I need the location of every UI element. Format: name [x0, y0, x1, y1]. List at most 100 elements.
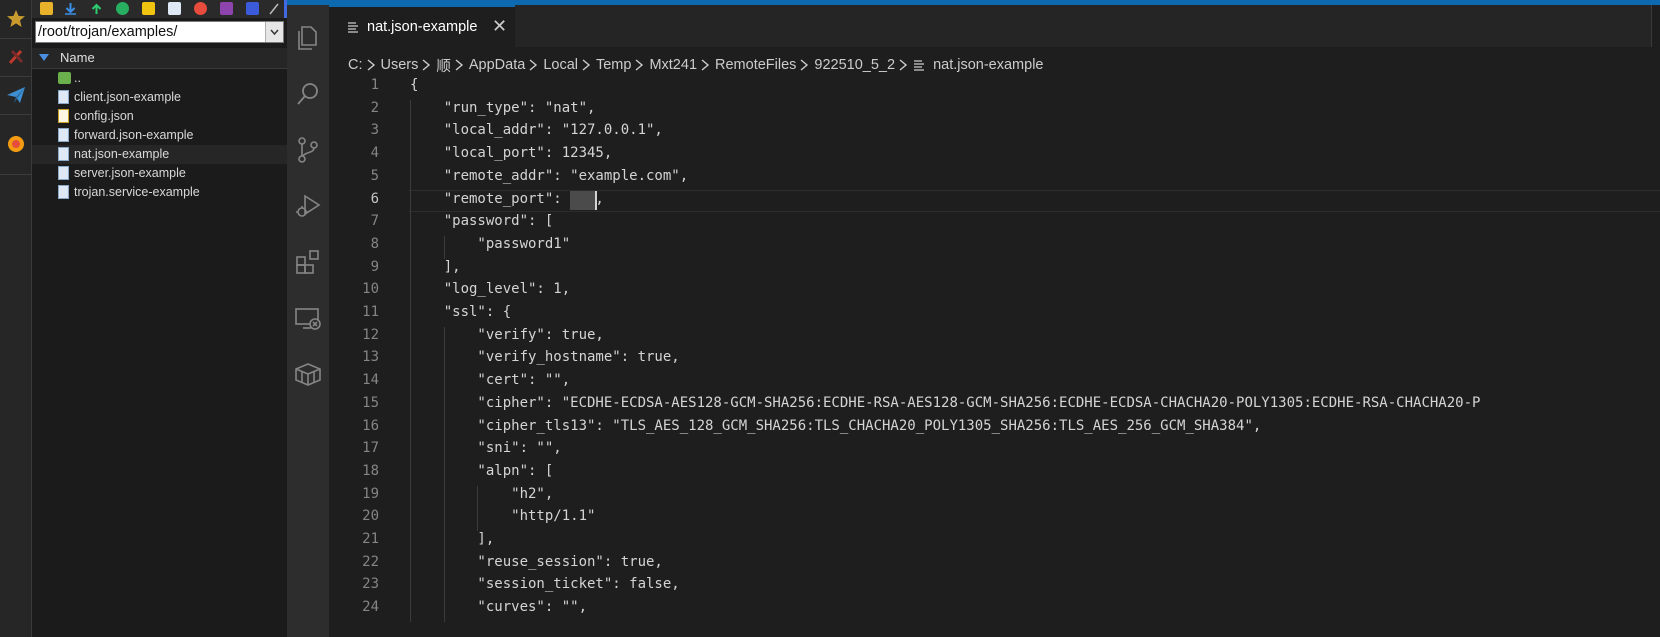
delete-icon[interactable]	[194, 2, 207, 15]
orange-ball-icon	[7, 136, 24, 152]
file-name: config.json	[74, 109, 134, 123]
remote-explorer-icon[interactable]	[293, 303, 323, 333]
code-line[interactable]: "local_port": 12345,	[410, 145, 613, 161]
upload-icon[interactable]	[90, 2, 103, 15]
breadcrumb-item[interactable]: Mxt241	[649, 57, 697, 73]
download-icon[interactable]	[64, 2, 77, 15]
tab-nat-json-example[interactable]: nat.json-example ✕	[329, 5, 515, 47]
chevron-right-icon	[418, 58, 436, 72]
file-name: ..	[74, 71, 81, 85]
breadcrumb-item[interactable]: C:	[348, 57, 363, 73]
remote-file-panel: /root/trojan/examples/ Name .. client.js…	[32, 0, 287, 637]
text-caret	[595, 190, 598, 210]
file-list-header[interactable]: Name	[32, 48, 287, 69]
code-line[interactable]: {	[410, 77, 418, 93]
code-line[interactable]: "password1"	[410, 236, 570, 252]
code-line[interactable]: "sni": "",	[410, 440, 561, 456]
code-line[interactable]: "curves": "",	[410, 599, 587, 615]
breadcrumb-item[interactable]: 顺	[436, 55, 451, 76]
path-dropdown-button[interactable]	[265, 22, 283, 42]
list-item[interactable]: config.json	[32, 107, 287, 126]
line-number: 16	[362, 417, 379, 434]
code-line[interactable]: "ssl": {	[410, 304, 511, 320]
rename-icon[interactable]	[220, 2, 233, 15]
chevron-right-icon	[525, 58, 543, 72]
list-item-selected[interactable]: nat.json-example	[32, 145, 287, 164]
code-line[interactable]: "session_ticket": false,	[410, 576, 679, 592]
search-icon[interactable]	[293, 79, 323, 109]
dock-favorites-button[interactable]	[0, 0, 31, 39]
breadcrumb-item[interactable]: AppData	[469, 57, 525, 73]
dock-orange-button[interactable]	[0, 114, 31, 175]
code-line[interactable]: "alpn": [	[410, 463, 553, 479]
line-number: 19	[362, 485, 379, 502]
code-line[interactable]: "reuse_session": true,	[410, 554, 662, 570]
line-number: 18	[362, 462, 379, 479]
line-number: 24	[362, 599, 379, 616]
breadcrumb-item[interactable]: 922510_5_2	[814, 57, 895, 73]
file-icon	[58, 128, 69, 142]
code-line[interactable]: "cipher": "ECDHE-ECDSA-AES128-GCM-SHA256…	[410, 395, 1480, 411]
selection-highlight	[570, 190, 596, 210]
chevron-right-icon	[796, 58, 814, 72]
list-item[interactable]: server.json-example	[32, 164, 287, 183]
properties-icon[interactable]	[246, 2, 259, 15]
code-line[interactable]: "remote_addr": "example.com",	[410, 168, 688, 184]
code-line[interactable]: "password": [	[410, 213, 554, 229]
line-number: 5	[370, 167, 379, 184]
code-line[interactable]: "verify_hostname": true,	[410, 349, 679, 365]
line-number: 12	[362, 326, 379, 343]
code-line[interactable]: "log_level": 1,	[410, 281, 570, 297]
code-line[interactable]: "verify": true,	[410, 327, 603, 343]
line-number: 7	[370, 213, 379, 230]
code-line[interactable]: "h2",	[410, 486, 553, 502]
containers-icon[interactable]	[293, 359, 323, 389]
file-icon	[58, 185, 69, 199]
breadcrumb-item[interactable]: Users	[381, 57, 419, 73]
chevron-right-icon	[363, 58, 381, 72]
dock-send-button[interactable]	[0, 76, 31, 115]
path-combobox[interactable]: /root/trojan/examples/	[35, 21, 284, 43]
code-line[interactable]: ],	[410, 531, 494, 547]
breadcrumb-item[interactable]: Local	[543, 57, 578, 73]
path-value[interactable]: /root/trojan/examples/	[38, 23, 177, 42]
code-line[interactable]: "local_addr": "127.0.0.1",	[410, 122, 663, 138]
new-file-icon[interactable]	[168, 2, 181, 15]
code-line[interactable]: "cipher_tls13": "TLS_AES_128_GCM_SHA256:…	[410, 418, 1261, 434]
app-dock	[0, 0, 32, 637]
list-item[interactable]: trojan.service-example	[32, 183, 287, 202]
parent-folder-icon	[58, 72, 71, 84]
list-item[interactable]: forward.json-example	[32, 126, 287, 145]
refresh-folder-icon[interactable]	[40, 2, 53, 15]
config-file-icon	[58, 109, 69, 123]
line-number: 11	[362, 304, 379, 320]
extensions-icon[interactable]	[293, 247, 323, 277]
file-name: client.json-example	[74, 90, 181, 104]
breadcrumb-item[interactable]: RemoteFiles	[715, 57, 796, 73]
new-folder-icon[interactable]	[142, 2, 155, 15]
code-editor[interactable]: 1 {2 "run_type": "nat", 3 "local_addr": "1…	[329, 76, 1660, 637]
file-icon	[58, 147, 69, 161]
chevron-down-icon	[270, 29, 279, 35]
code-line[interactable]: "run_type": "nat",	[410, 100, 596, 116]
close-icon[interactable]: ✕	[492, 16, 507, 37]
chevron-right-icon	[578, 58, 596, 72]
paper-plane-icon	[6, 87, 25, 103]
list-item[interactable]: ..	[32, 69, 287, 88]
code-line[interactable]: "cert": "",	[410, 372, 570, 388]
source-control-icon[interactable]	[293, 135, 323, 165]
chevron-right-icon	[895, 58, 913, 72]
code-line[interactable]: ],	[410, 259, 461, 275]
explorer-icon[interactable]	[293, 23, 323, 53]
column-name-header: Name	[60, 50, 95, 65]
sync-icon[interactable]	[116, 2, 129, 15]
more-icon[interactable]	[268, 2, 280, 15]
breadcrumb-item[interactable]: nat.json-example	[933, 57, 1043, 73]
code-line[interactable]: "http/1.1"	[410, 508, 595, 524]
file-icon	[58, 166, 69, 180]
list-item[interactable]: client.json-example	[32, 88, 287, 107]
breadcrumb: C: Users 顺 AppData Local Temp Mxt241 RemoteFile…	[348, 55, 1043, 75]
breadcrumb-item[interactable]: Temp	[596, 57, 631, 73]
run-debug-icon[interactable]	[293, 191, 323, 221]
dock-tools-button[interactable]	[0, 38, 31, 77]
